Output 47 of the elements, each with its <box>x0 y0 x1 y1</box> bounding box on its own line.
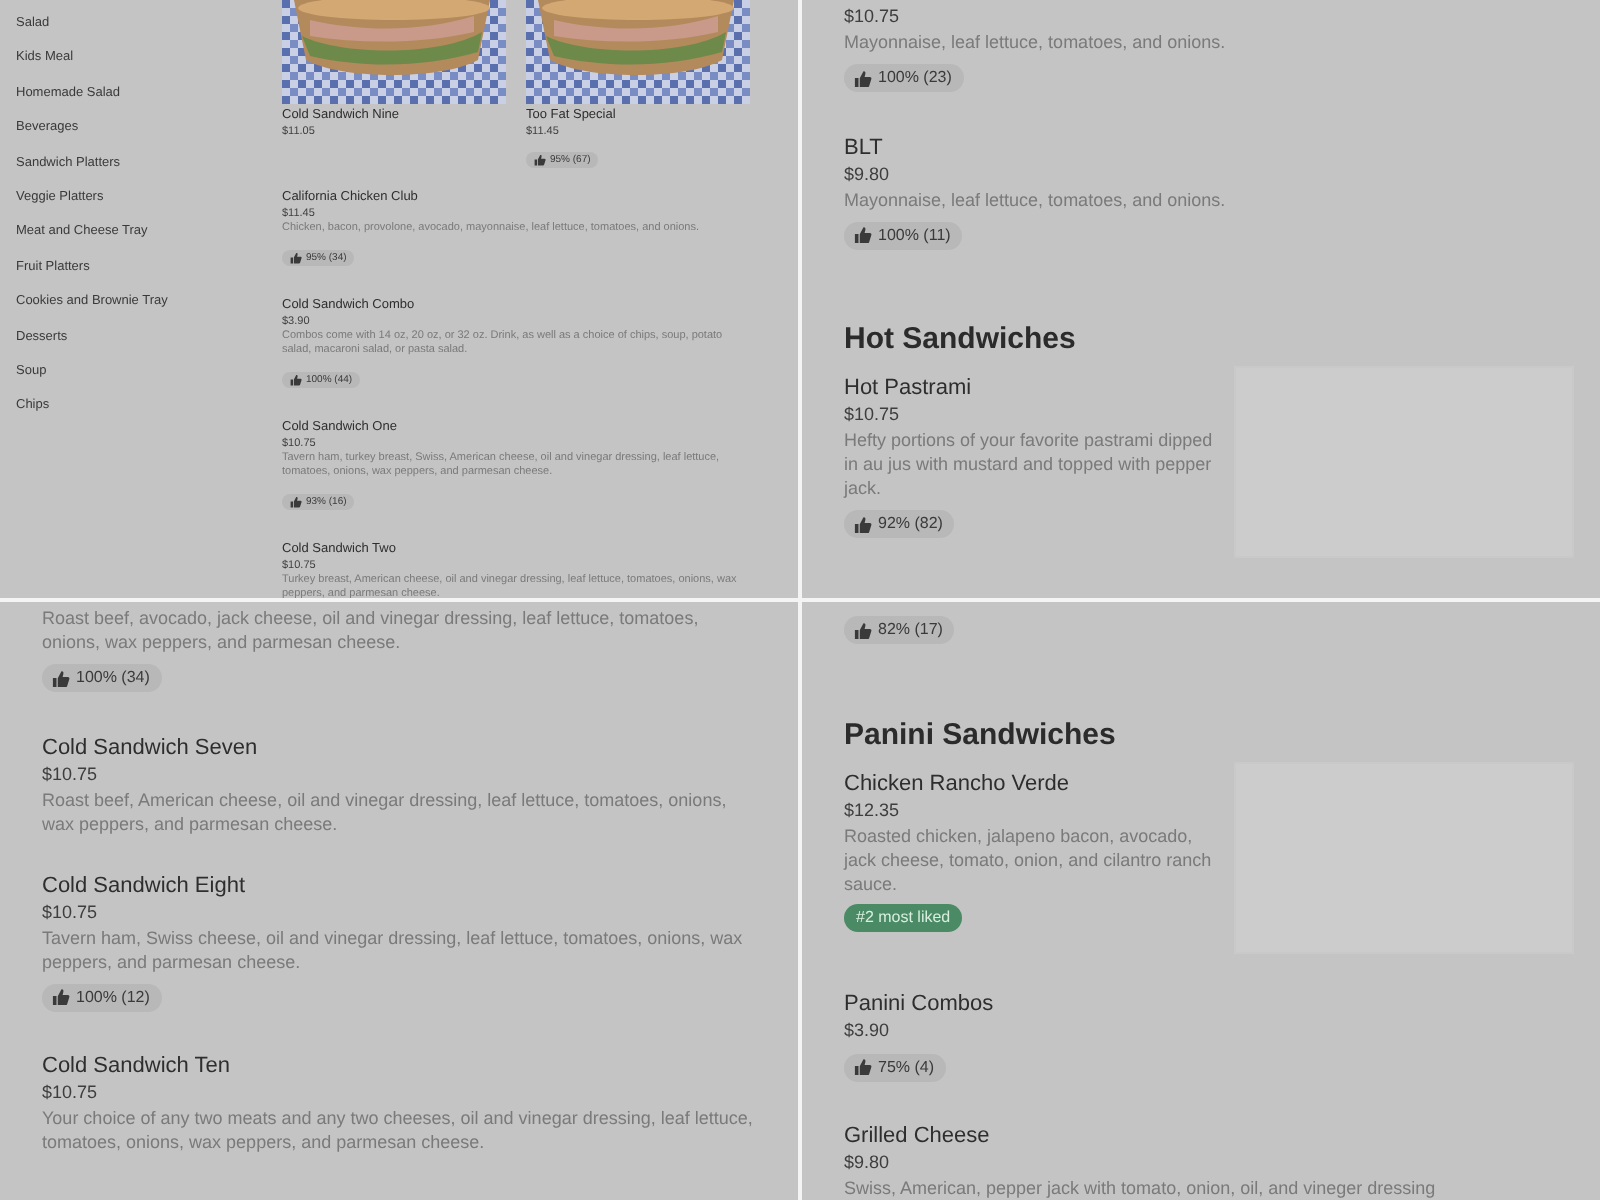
thumbs-up-icon <box>854 226 872 244</box>
item-price: $9.80 <box>844 1150 892 1176</box>
item-name: Hot Pastrami <box>844 374 974 402</box>
item-name: BLT <box>844 133 885 161</box>
thumbs-up-icon <box>854 1058 872 1076</box>
item-name: Panini Combos <box>844 989 996 1017</box>
item-description: Hefty portions of your favorite pastrami dipped in au jus with mustard and topped with pepper jack. <box>844 428 1215 500</box>
rating-text: 100% (34) <box>76 668 150 688</box>
item-price: $12.35 <box>844 797 902 823</box>
item-description: Mayonnaise, leaf lettuce, tomatoes, and onions. <box>844 30 1228 54</box>
item-name: Cold Sandwich Eight <box>42 871 248 899</box>
thumbs-up-icon <box>52 669 70 687</box>
rating-text: 82% (17) <box>878 620 943 640</box>
thumbs-up-icon <box>854 621 872 639</box>
item-price: $10.75 <box>844 4 902 30</box>
item-price: $10.75 <box>42 1080 100 1106</box>
item-price: $3.90 <box>844 1017 892 1043</box>
item-description: Roast beef, American cheese, oil and vinegar dressing, leaf lettuce, tomatoes, onions, wax peppers, and parmesan cheese. <box>42 787 729 835</box>
item-name: Cold Sandwich Seven <box>42 733 260 761</box>
thumbs-up-icon <box>854 515 872 533</box>
rating-text: 75% (4) <box>878 1057 935 1077</box>
item-description: Tavern ham, Swiss cheese, oil and vinegar dressing, leaf lettuce, tomatoes, onions, wax peppers, and parmesan cheese. <box>42 925 745 973</box>
item-description: Swiss, American, pepper jack with tomato, onion, oil, and vineger dressing <box>844 1176 1438 1200</box>
rating-text: 100% (11) <box>878 225 951 245</box>
thumbs-up-icon <box>534 154 546 166</box>
item-description: Your choice of any two meats and any two cheeses, oil and vinegar dressing, leaf lettuce, tomatoes, onions, wax peppers, and parmesan cheese. <box>42 1106 755 1154</box>
thumbs-up-icon <box>290 373 302 385</box>
thumbs-up-icon <box>290 495 302 507</box>
item-name: Chicken Rancho Verde <box>844 769 1072 797</box>
item-price: $10.75 <box>42 761 100 787</box>
item-price: $10.75 <box>844 402 902 428</box>
rating-text: 92% (82) <box>878 514 943 534</box>
item-description: Mayonnaise, leaf lettuce, tomatoes, and onions. <box>844 187 1228 211</box>
most-liked-badge: #2 most liked <box>844 903 963 931</box>
item-name: Cold Sandwich Ten <box>42 1052 232 1080</box>
thumbs-up-icon <box>52 988 70 1006</box>
item-name: Grilled Cheese <box>844 1122 992 1150</box>
item-description: Roast beef, avocado, jack cheese, oil and vinegar dressing, leaf lettuce, tomatoes, onions, wax peppers, and parmesan cheese. <box>42 606 701 654</box>
section-heading: Panini Sandwiches <box>844 717 1118 753</box>
rating-text: 100% (12) <box>76 987 150 1007</box>
thumbs-up-icon <box>854 69 872 87</box>
item-description: Roasted chicken, jalapeno bacon, avocado, jack cheese, tomato, onion, and cilantro ranch sauce. <box>844 823 1214 895</box>
section-heading: Hot Sandwiches <box>844 322 1078 358</box>
thumbs-up-icon <box>290 251 302 263</box>
item-price: $9.80 <box>844 161 892 187</box>
item-price: $10.75 <box>42 899 100 925</box>
rating-text: 100% (23) <box>878 68 952 88</box>
